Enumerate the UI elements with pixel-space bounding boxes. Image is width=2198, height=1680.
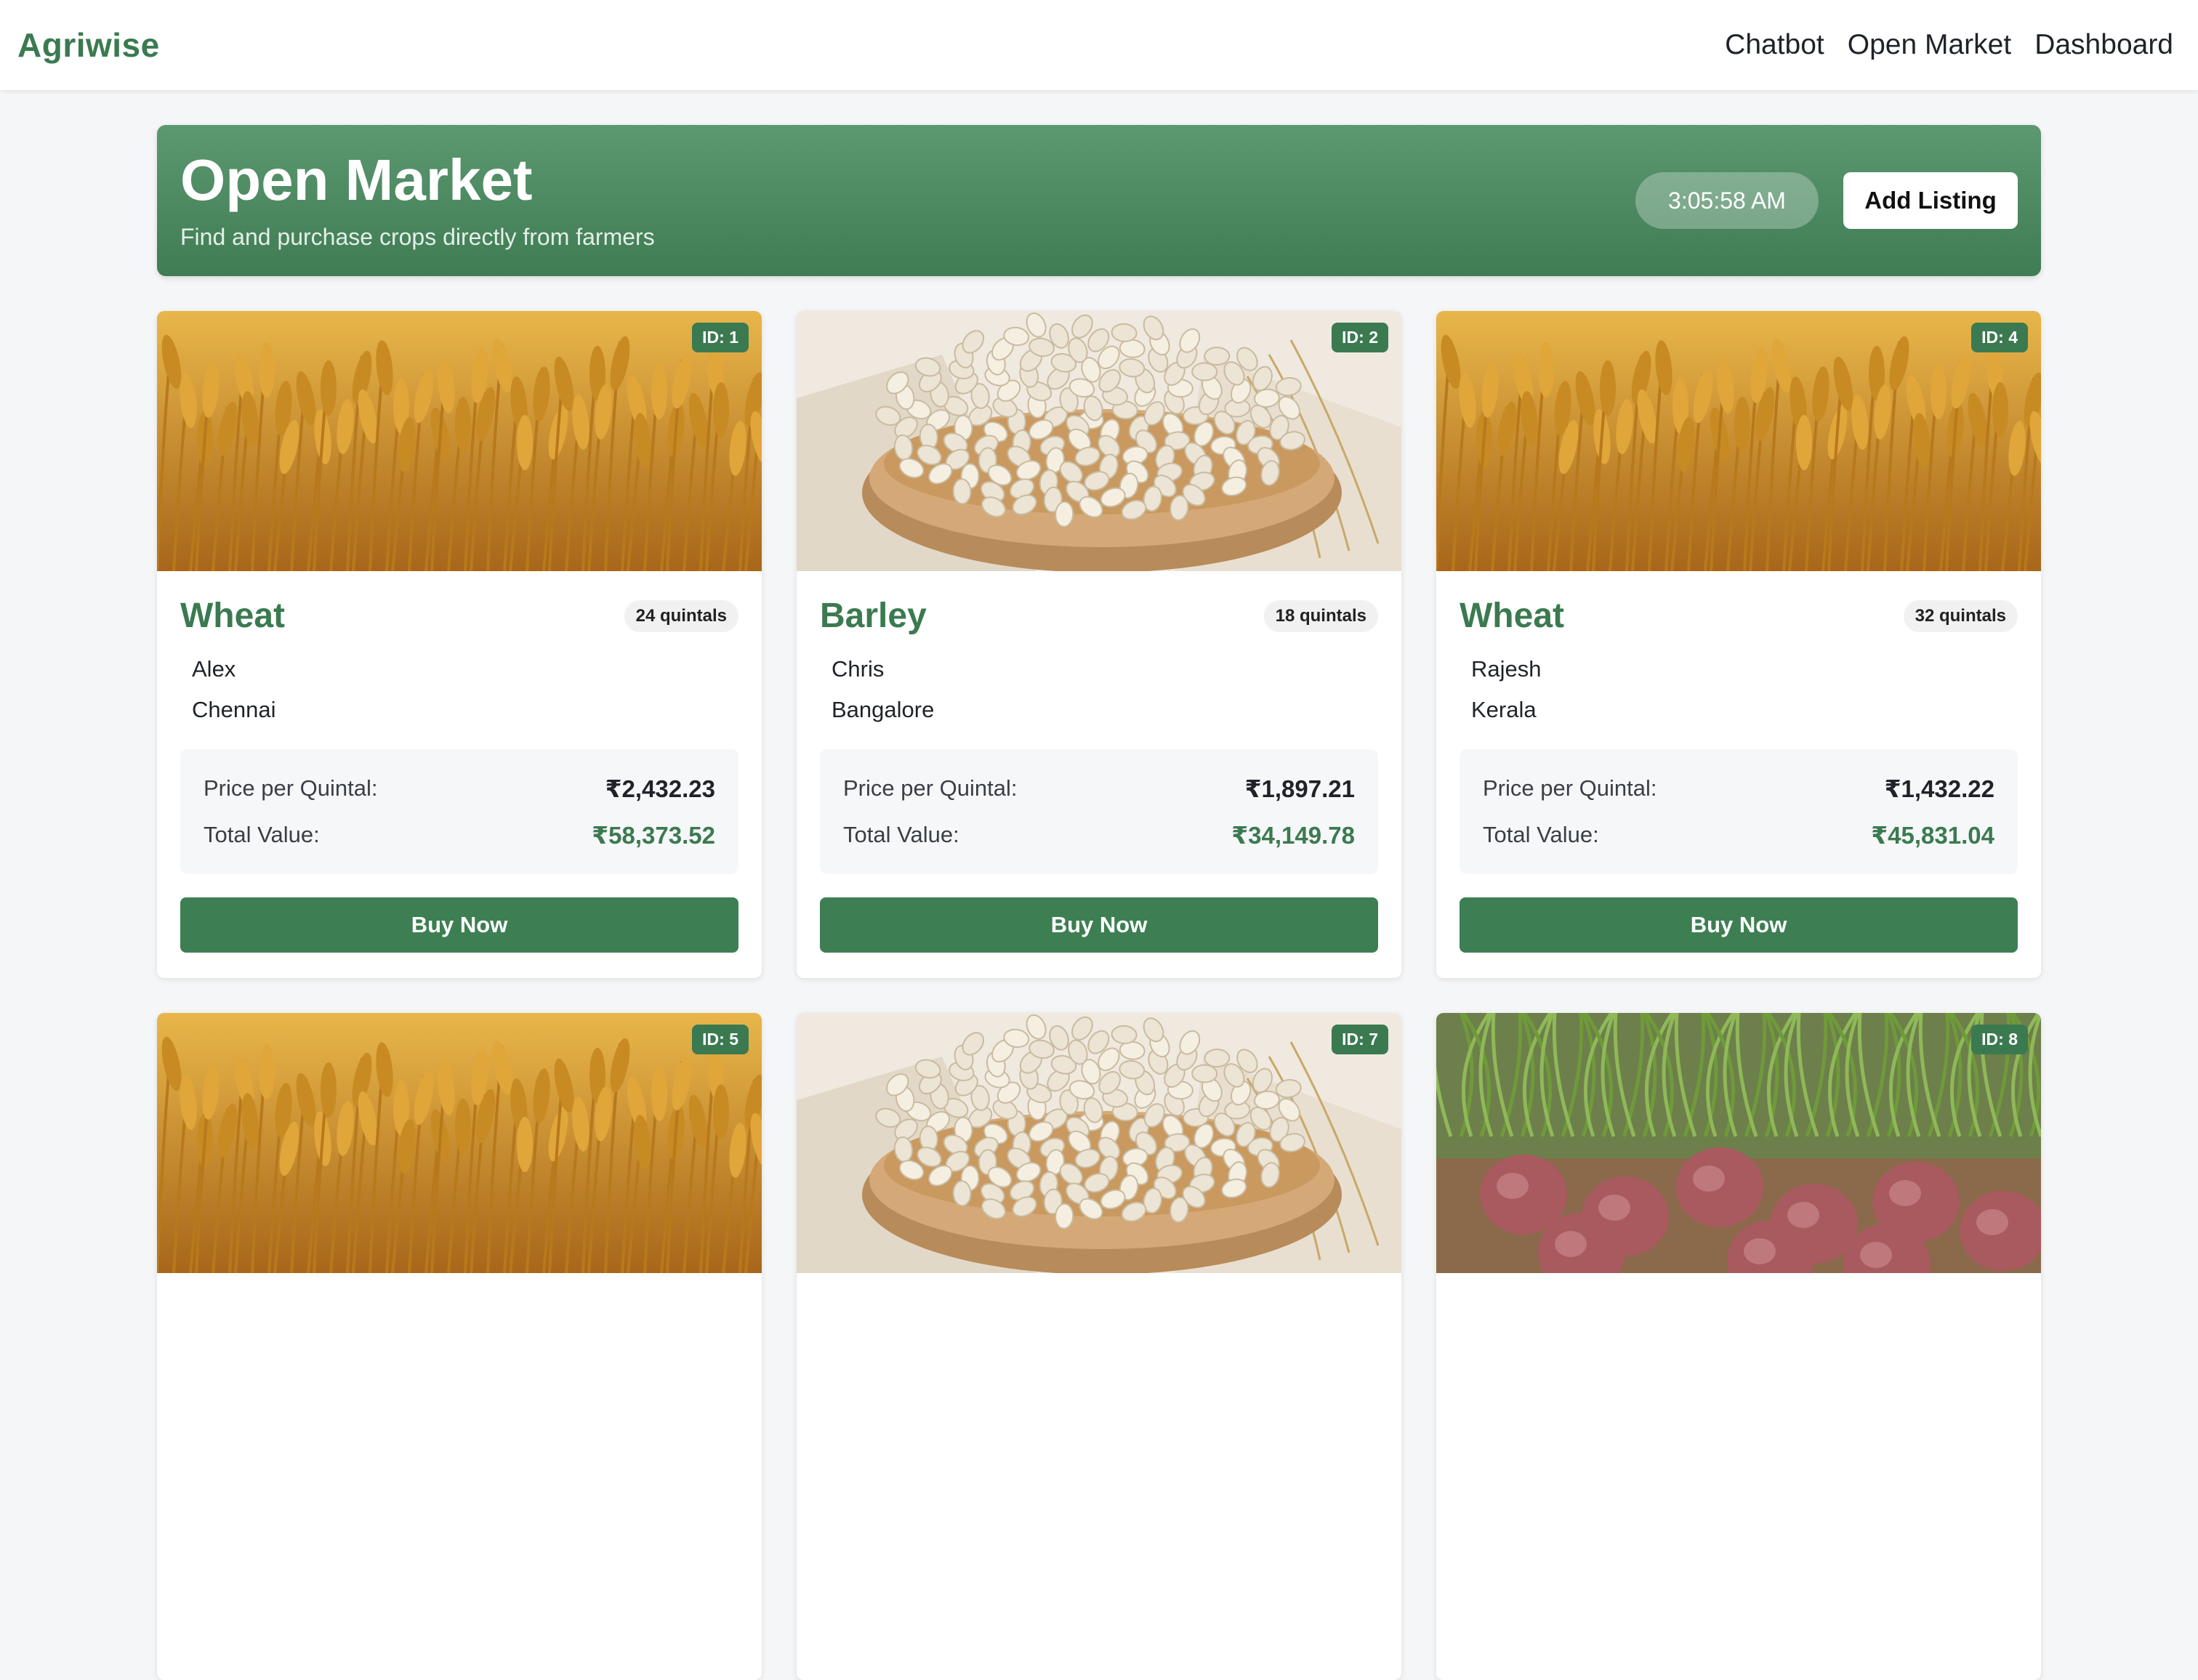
listing-id-badge: ID: 1 [692, 323, 749, 352]
card-body: Wheat 24 quintals Alex Chennai Price per… [157, 571, 762, 976]
crop-name: Wheat [180, 597, 285, 635]
seller-location: Kerala [1471, 697, 1537, 722]
listing-card: ID: 4 Wheat 32 quintals Rajesh Kerala Pr… [1436, 311, 2041, 978]
crop-image: ID: 7 [797, 1013, 1401, 1273]
listing-card: ID: 8 [1436, 1013, 2041, 1680]
nav-links: Chatbot Open Market Dashboard [1725, 29, 2173, 61]
top-navbar: Agriwise Chatbot Open Market Dashboard [0, 0, 2198, 90]
buy-now-button[interactable]: Buy Now [820, 897, 1378, 953]
crop-name: Wheat [1460, 597, 1564, 635]
card-body: Wheat 32 quintals Rajesh Kerala Price pe… [1436, 571, 2041, 976]
buy-now-button[interactable]: Buy Now [1460, 897, 2018, 953]
listing-id-badge: ID: 4 [1971, 323, 2028, 352]
total-label: Total Value: [843, 822, 959, 847]
seller-name: Alex [192, 656, 236, 682]
seller-location: Bangalore [832, 697, 935, 722]
page-title: Open Market [180, 147, 533, 212]
onion-field-image [1436, 1013, 2041, 1273]
card-title-row: Barley 18 quintals [820, 596, 1378, 636]
market-header-text: Open Market Find and purchase crops dire… [180, 147, 655, 251]
price-label: Price per Quintal: [843, 775, 1018, 801]
crop-name: Barley [820, 597, 927, 635]
price-row: Price per Quintal: ₹1,897.21 [843, 765, 1355, 812]
card-title-row: Wheat 24 quintals [180, 596, 738, 636]
price-summary: Price per Quintal: ₹1,432.22 Total Value… [1460, 749, 2018, 874]
page-subtitle: Find and purchase crops directly from fa… [180, 223, 655, 250]
total-row: Total Value: ₹45,831.04 [1483, 812, 1994, 858]
clock-display: 3:05:58 AM [1635, 172, 1819, 229]
header-actions: 3:05:58 AM Add Listing [1635, 172, 2018, 229]
nav-link-open-market[interactable]: Open Market [1848, 29, 2011, 61]
listing-card: ID: 2 Barley 18 quintals Chris Bangalore… [797, 311, 1401, 978]
wheat-field-image [157, 311, 762, 571]
price-value: ₹1,432.22 [1884, 775, 1994, 802]
listing-card: ID: 7 [797, 1013, 1401, 1680]
quantity-badge: 24 quintals [624, 599, 738, 632]
total-value: ₹45,831.04 [1871, 821, 1994, 849]
barley-bowl-image [797, 1013, 1401, 1273]
wheat-field-image [157, 1013, 762, 1273]
price-summary: Price per Quintal: ₹2,432.23 Total Value… [180, 749, 738, 874]
nav-link-chatbot[interactable]: Chatbot [1725, 29, 1824, 61]
crop-image: ID: 2 [797, 311, 1401, 571]
price-value: ₹2,432.23 [605, 775, 715, 802]
price-summary: Price per Quintal: ₹1,897.21 Total Value… [820, 749, 1378, 874]
add-listing-button[interactable]: Add Listing [1843, 172, 2018, 229]
listing-id-badge: ID: 8 [1971, 1025, 2028, 1054]
listing-grid: ID: 1 Wheat 24 quintals Alex Chennai Pri… [157, 311, 2041, 1680]
barley-bowl-image [797, 311, 1401, 571]
listing-card: ID: 1 Wheat 24 quintals Alex Chennai Pri… [157, 311, 762, 978]
total-label: Total Value: [1483, 822, 1599, 847]
quantity-badge: 18 quintals [1263, 599, 1378, 632]
listing-id-badge: ID: 5 [692, 1025, 749, 1054]
price-value: ₹1,897.21 [1244, 775, 1355, 802]
price-label: Price per Quintal: [204, 775, 378, 801]
listing-id-badge: ID: 2 [1332, 323, 1388, 352]
listing-id-badge: ID: 7 [1332, 1025, 1388, 1054]
quantity-badge: 32 quintals [1903, 599, 2018, 632]
brand-logo[interactable]: Agriwise [17, 25, 160, 65]
price-label: Price per Quintal: [1483, 775, 1657, 801]
crop-image: ID: 4 [1436, 311, 2041, 571]
buy-now-button[interactable]: Buy Now [180, 897, 738, 953]
price-row: Price per Quintal: ₹2,432.23 [204, 765, 715, 812]
total-label: Total Value: [204, 822, 320, 847]
wheat-field-image [1436, 311, 2041, 571]
seller-name: Chris [832, 656, 885, 682]
listing-card: ID: 5 [157, 1013, 762, 1680]
crop-image: ID: 5 [157, 1013, 762, 1273]
market-header: Open Market Find and purchase crops dire… [157, 125, 2041, 276]
nav-link-dashboard[interactable]: Dashboard [2034, 29, 2173, 61]
total-value: ₹58,373.52 [592, 821, 715, 849]
total-row: Total Value: ₹34,149.78 [843, 812, 1355, 858]
seller-name: Rajesh [1471, 656, 1542, 682]
total-row: Total Value: ₹58,373.52 [204, 812, 715, 858]
crop-image: ID: 1 [157, 311, 762, 571]
total-value: ₹34,149.78 [1231, 821, 1355, 849]
price-row: Price per Quintal: ₹1,432.22 [1483, 765, 1994, 812]
card-body: Barley 18 quintals Chris Bangalore Price… [797, 571, 1401, 976]
card-title-row: Wheat 32 quintals [1460, 596, 2018, 636]
seller-location: Chennai [192, 697, 276, 722]
crop-image: ID: 8 [1436, 1013, 2041, 1273]
